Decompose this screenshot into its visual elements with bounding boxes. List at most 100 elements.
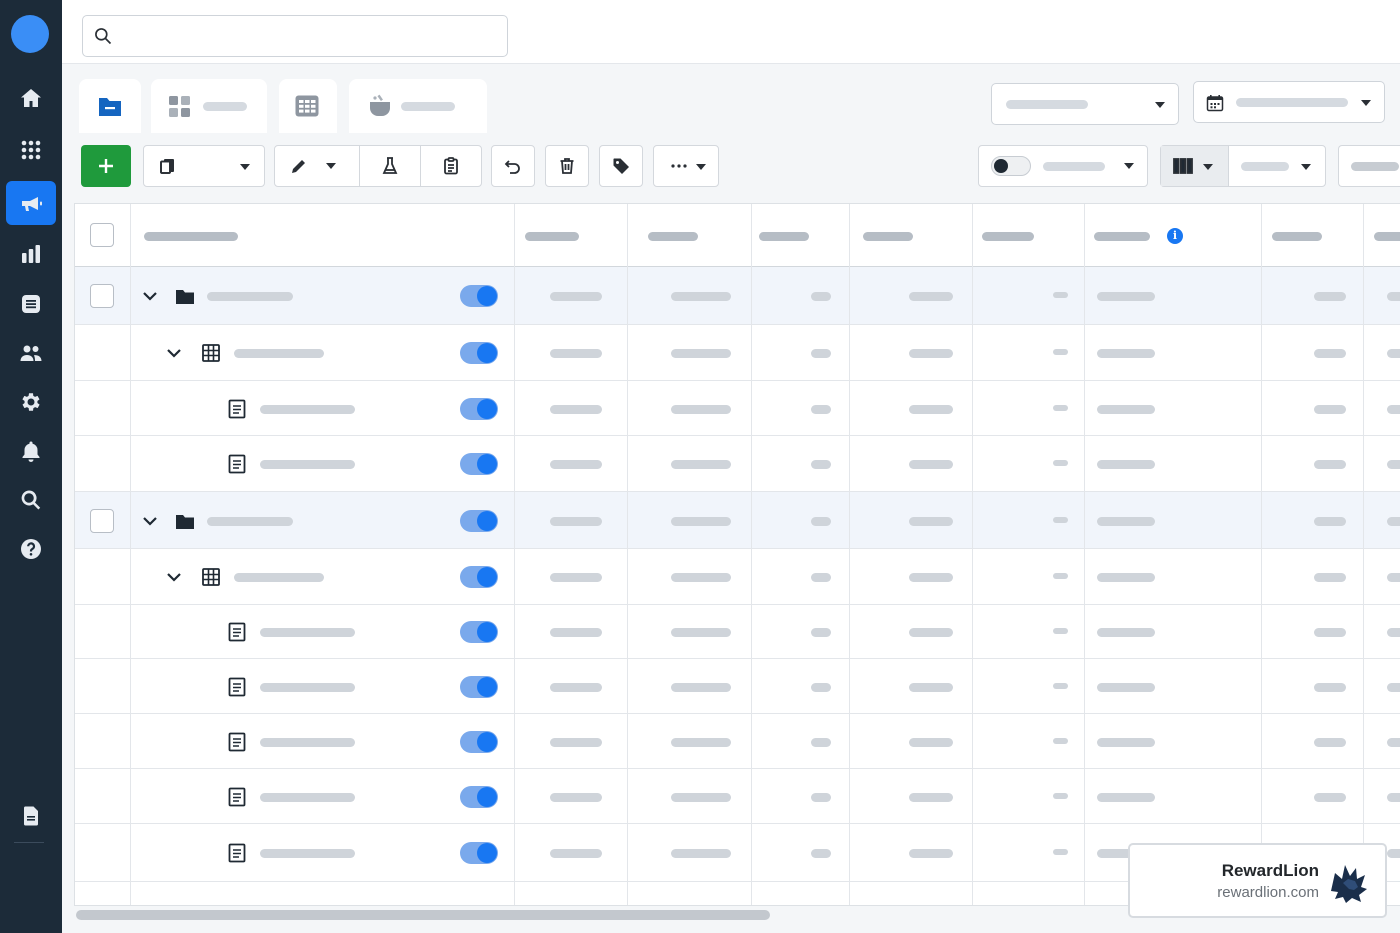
delivery-toggle[interactable] xyxy=(460,285,498,307)
tab-ad-sets[interactable] xyxy=(151,79,267,133)
row-checkbox[interactable] xyxy=(90,284,114,308)
table-icon xyxy=(295,95,319,117)
table-cell xyxy=(671,516,731,526)
chevron-down-icon[interactable] xyxy=(142,513,158,529)
delivery-toggle[interactable] xyxy=(460,342,498,364)
column-header[interactable] xyxy=(648,232,698,241)
view-toggle-switch[interactable] xyxy=(991,156,1031,176)
table-cell xyxy=(1097,404,1155,414)
create-button[interactable] xyxy=(81,145,131,187)
delivery-toggle[interactable] xyxy=(460,453,498,475)
view-toggle-dropdown[interactable] xyxy=(978,145,1148,187)
chevron-down-icon xyxy=(1361,100,1371,106)
column-header[interactable] xyxy=(759,232,809,241)
undo-button[interactable] xyxy=(491,145,535,187)
help-icon[interactable] xyxy=(6,527,56,571)
row-name[interactable] xyxy=(207,516,293,526)
people-icon[interactable] xyxy=(6,331,56,375)
ab-test-button[interactable] xyxy=(360,146,420,186)
date-range-picker[interactable] xyxy=(1193,81,1385,123)
table-cell xyxy=(1097,792,1155,802)
table-cell xyxy=(1387,628,1400,637)
rules-button[interactable] xyxy=(421,146,481,186)
horizontal-scrollbar[interactable] xyxy=(76,910,770,920)
table-cell xyxy=(1387,460,1400,469)
table-row-campaign[interactable] xyxy=(75,492,1400,549)
info-icon[interactable]: i xyxy=(1167,228,1183,244)
edit-button[interactable] xyxy=(275,146,359,186)
delivery-toggle[interactable] xyxy=(460,621,498,643)
table-row-ad[interactable] xyxy=(75,436,1400,492)
table-row-ad[interactable] xyxy=(75,659,1400,714)
table-cell xyxy=(1314,349,1346,358)
watermark-url: rewardlion.com xyxy=(1217,884,1319,901)
ad-icon xyxy=(370,94,390,116)
row-name[interactable] xyxy=(260,460,355,469)
delivery-toggle[interactable] xyxy=(460,730,498,753)
bar-chart-icon[interactable] xyxy=(6,232,56,276)
delivery-toggle[interactable] xyxy=(460,785,498,808)
tab-campaigns[interactable] xyxy=(79,79,141,133)
column-header[interactable] xyxy=(1272,232,1322,241)
duplicate-dropdown[interactable] xyxy=(143,145,265,187)
chevron-down-icon[interactable] xyxy=(166,569,182,585)
table-row-adset[interactable] xyxy=(75,325,1400,381)
table-row-ad[interactable] xyxy=(75,769,1400,824)
table-cell xyxy=(1314,737,1346,747)
account-dropdown[interactable] xyxy=(991,83,1179,125)
tab-table[interactable] xyxy=(279,79,337,133)
bell-icon[interactable] xyxy=(6,429,56,473)
tag-button[interactable] xyxy=(599,145,643,187)
row-name[interactable] xyxy=(234,349,324,358)
columns-button[interactable] xyxy=(1161,146,1229,186)
delete-button[interactable] xyxy=(545,145,589,187)
row-name[interactable] xyxy=(260,404,355,414)
row-checkbox[interactable] xyxy=(90,508,114,533)
apps-grid-icon[interactable] xyxy=(6,128,56,172)
search-icon[interactable] xyxy=(6,478,56,522)
delivery-toggle[interactable] xyxy=(460,509,498,532)
megaphone-icon[interactable] xyxy=(6,181,56,225)
tab-ads[interactable] xyxy=(349,79,487,133)
column-header[interactable] xyxy=(982,232,1034,241)
row-name[interactable] xyxy=(260,628,355,637)
column-header[interactable] xyxy=(863,232,913,241)
table-row-ad[interactable] xyxy=(75,381,1400,436)
grid-icon xyxy=(202,568,220,586)
delivery-toggle[interactable] xyxy=(460,675,498,698)
column-header[interactable] xyxy=(1094,232,1150,241)
chevron-down-icon[interactable] xyxy=(166,345,182,361)
chevron-down-icon[interactable] xyxy=(142,288,158,304)
account-avatar[interactable] xyxy=(11,15,49,53)
row-name[interactable] xyxy=(260,849,355,858)
columns-icon xyxy=(1173,158,1193,174)
more-actions-button[interactable] xyxy=(653,145,719,187)
gear-icon[interactable] xyxy=(6,380,56,424)
page-icon[interactable] xyxy=(6,794,56,838)
table-row-campaign[interactable] xyxy=(75,267,1400,325)
delivery-toggle[interactable] xyxy=(460,397,498,420)
table-row-ad[interactable] xyxy=(75,714,1400,769)
document-icon xyxy=(228,677,246,696)
row-name[interactable] xyxy=(260,792,355,802)
column-header[interactable] xyxy=(525,232,579,241)
select-all-checkbox[interactable] xyxy=(90,223,114,247)
list-icon[interactable] xyxy=(6,282,56,326)
reports-button[interactable] xyxy=(1338,145,1400,187)
row-name[interactable] xyxy=(234,573,324,582)
delivery-toggle[interactable] xyxy=(460,566,498,588)
table-cell xyxy=(1387,737,1400,747)
table-row-adset[interactable] xyxy=(75,549,1400,605)
breakdown-button[interactable] xyxy=(1229,146,1325,186)
row-name[interactable] xyxy=(260,737,355,747)
home-icon[interactable] xyxy=(6,76,56,120)
column-header-name[interactable] xyxy=(144,232,238,241)
column-header[interactable] xyxy=(1374,232,1400,241)
table-row-ad[interactable] xyxy=(75,605,1400,659)
row-name[interactable] xyxy=(207,292,293,301)
table-cell xyxy=(550,573,602,582)
search-input[interactable] xyxy=(82,15,508,57)
row-name[interactable] xyxy=(260,682,355,692)
delivery-toggle[interactable] xyxy=(460,842,498,864)
date-range-value xyxy=(1236,98,1348,107)
